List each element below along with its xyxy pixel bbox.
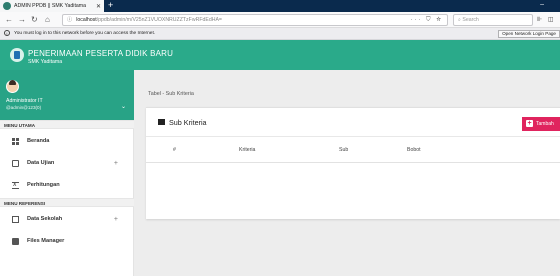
school-logo-icon [10,48,24,62]
avatar [6,80,19,93]
card-title: Sub Kriteria [169,118,207,127]
back-arrow-icon[interactable]: ← [5,14,13,26]
sidebar-item-label: Data Ujian [27,160,55,166]
app-header: PENERIMAAN PESERTA DIDIK BARU SMK Yadita… [0,40,560,70]
document-icon [12,159,19,167]
hourglass-icon [12,181,19,189]
section-label-main: MENU UTAMA [0,120,134,129]
building-icon [12,215,19,223]
dashboard-icon [12,137,19,145]
url-path: /ppdb/admin/m/V25nZ1VUOXNRUZZTzFwRFdEdHA… [96,17,222,23]
card-header: Sub Kriteria + Tambah [146,108,560,137]
search-input[interactable]: ⌕ Search [453,14,533,26]
column-header-kriteria[interactable]: Kriteria [239,147,255,153]
sidebar-item-label: Files Manager [27,238,65,244]
app-subtitle: SMK Yaditama [28,59,63,65]
site-info-icon[interactable]: ⓘ [67,17,72,23]
open-network-login-button[interactable]: Open Network Login Page [498,30,560,38]
sidebar-item-perhitungan[interactable]: Perhitungan [0,174,134,196]
sidebar-item-label: Data Sekolah [27,216,63,222]
page-actions-icon[interactable]: ··· ⛉ ☆ [410,15,443,25]
user-email: @admin@123(0) [6,105,42,110]
sidebar-item-label: Perhitungan [27,182,60,188]
column-header-bobot[interactable]: Bobot [407,147,421,153]
user-panel: Administrator IT @admin@123(0) ⌄ [0,70,134,120]
browser-tab-bar: ADMIN PPDB || SMK Yaditama ✕ + – [0,0,560,12]
sidebar-item-files-manager[interactable]: Files Manager [0,230,134,252]
user-name: Administrator IT [6,98,43,104]
column-header-number[interactable]: # [173,147,176,153]
tab-title: ADMIN PPDB || SMK Yaditama [14,3,86,9]
reload-icon[interactable]: ↻ [31,14,38,26]
browser-navbar: ← → ↻ ⌂ ⓘ localhost/ppdb/admin/m/V25nZ1VU… [0,12,560,35]
search-placeholder: Search [462,17,479,23]
table-header: # Kriteria Sub Bobot [146,137,560,163]
expand-plus-icon[interactable]: + [114,160,118,167]
sidebar-item-data-sekolah[interactable]: Data Sekolah + [0,208,134,230]
table-icon [158,119,165,125]
url-bar[interactable]: ⓘ localhost/ppdb/admin/m/V25nZ1VUOXNRUZZT… [62,14,448,26]
sidebar-item-label: Beranda [27,138,50,144]
add-button-label: Tambah [536,121,554,127]
breadcrumb: Tabel - Sub Kriteria [148,91,194,97]
add-button[interactable]: + Tambah [522,117,560,131]
minimize-window-button[interactable]: – [540,0,544,10]
plus-icon: + [526,120,533,127]
home-icon[interactable]: ⌂ [45,14,50,26]
tab-close-icon[interactable]: ✕ [96,3,101,10]
network-notice-bar: i You must log in to this network before … [0,28,560,40]
column-header-sub[interactable]: Sub [339,147,348,153]
folder-icon [12,237,19,245]
tab-favicon-icon [3,2,11,10]
main-content: Tabel - Sub Kriteria Sub Kriteria + Tamba… [134,70,560,276]
notice-text: You must log in to this network before y… [14,31,156,36]
sidebar: Administrator IT @admin@123(0) ⌄ MENU UT… [0,70,134,276]
sidebar-item-beranda[interactable]: Beranda [0,130,134,152]
app-title: PENERIMAAN PESERTA DIDIK BARU [28,49,174,58]
expand-plus-icon[interactable]: + [114,216,118,223]
sub-kriteria-card: Sub Kriteria + Tambah # Kriteria Sub Bobo… [146,107,560,219]
browser-tab[interactable]: ADMIN PPDB || SMK Yaditama ✕ [0,0,104,12]
forward-arrow-icon[interactable]: → [18,14,26,26]
chevron-down-icon[interactable]: ⌄ [121,103,126,110]
section-label-referensi: MENU REFERENSI [0,198,134,207]
sidebar-item-data-ujian[interactable]: Data Ujian + [0,152,134,174]
url-host: localhost [76,17,97,23]
info-icon: i [4,29,10,36]
new-tab-button[interactable]: + [108,0,113,12]
